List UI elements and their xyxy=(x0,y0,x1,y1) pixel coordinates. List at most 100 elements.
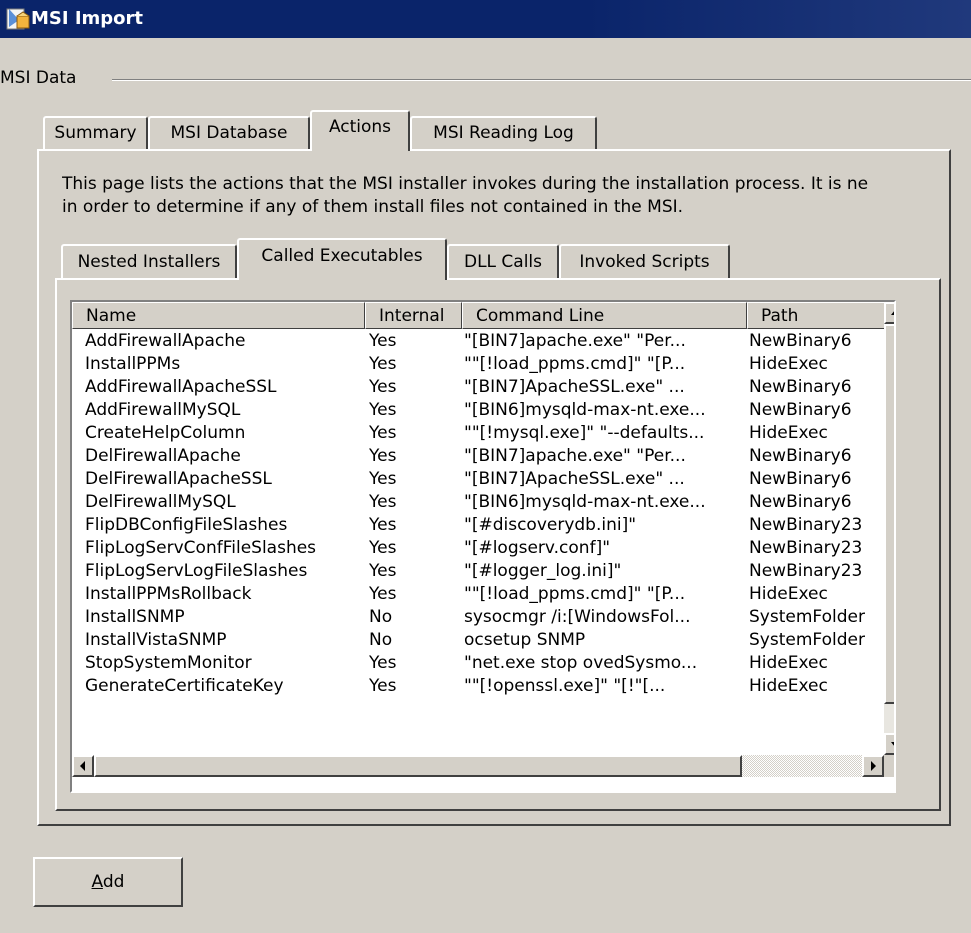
table-cell: "[BIN6]mysqld-max-nt.exe... xyxy=(464,400,706,420)
table-cell: GenerateCertificateKey xyxy=(85,676,284,696)
tab-label: DLL Calls xyxy=(463,252,543,272)
table-cell: SystemFolder xyxy=(749,607,865,627)
table-cell: No xyxy=(369,630,393,650)
table-cell: "[#logger_log.ini]" xyxy=(464,561,622,581)
column-header-label: Command Line xyxy=(476,306,605,326)
tab-label: Summary xyxy=(54,123,137,143)
triangle-left-icon xyxy=(80,761,85,771)
table-row[interactable]: DelFirewallApacheSSL Yes "[BIN7]ApacheSSL.… xyxy=(72,469,884,492)
list-viewport: Name Internal Command Line Path AddFirew… xyxy=(72,302,884,755)
table-cell: ""[!load_ppms.cmd]" "[P... xyxy=(464,584,686,604)
table-cell: "[BIN6]mysqld-max-nt.exe... xyxy=(464,492,706,512)
tab-label: Actions xyxy=(328,117,392,137)
title-bar[interactable]: MSI Import xyxy=(0,0,971,38)
msi-package-icon xyxy=(5,6,31,32)
tab-msi-reading-log[interactable]: MSI Reading Log xyxy=(410,116,597,149)
table-row[interactable]: FlipDBConfigFileSlashes Yes "[#discoverydb… xyxy=(72,515,884,538)
add-button-label: Add xyxy=(92,872,125,892)
table-cell: Yes xyxy=(369,331,397,351)
add-mnemonic: A xyxy=(91,872,103,892)
scroll-up-button[interactable] xyxy=(884,302,894,324)
horizontal-scrollbar[interactable] xyxy=(72,755,884,777)
table-row[interactable]: AddFirewallApacheSSL Yes "[BIN7]ApacheSSL.… xyxy=(72,377,884,400)
table-cell: Yes xyxy=(369,423,397,443)
column-header-label: Name xyxy=(86,306,137,326)
table-cell: HideExec xyxy=(749,676,828,696)
column-header-path[interactable]: Path xyxy=(747,302,884,329)
table-cell: ""[!mysql.exe]" "--defaults... xyxy=(464,423,705,443)
table-cell: FlipDBConfigFileSlashes xyxy=(85,515,288,535)
table-cell: Yes xyxy=(369,676,397,696)
vertical-scroll-thumb[interactable] xyxy=(884,324,894,704)
table-row[interactable]: FlipLogServConfFileSlashes Yes "[#logserv.… xyxy=(72,538,884,561)
tab-label: MSI Database xyxy=(170,123,288,143)
column-header-internal[interactable]: Internal xyxy=(365,302,462,329)
column-header-command-line[interactable]: Command Line xyxy=(462,302,747,329)
tab-called-executables[interactable]: Called Executables xyxy=(237,238,447,280)
table-cell: Yes xyxy=(369,469,397,489)
table-cell: NewBinary23 xyxy=(749,538,863,558)
description-line-2: in order to determine if any of them ins… xyxy=(62,197,684,217)
table-row[interactable]: InstallVistaSNMP No ocsetup SNMP SystemFold… xyxy=(72,630,884,653)
table-row[interactable]: GenerateCertificateKey Yes ""[!openssl.exe… xyxy=(72,676,884,699)
table-row[interactable]: DelFirewallApache Yes "[BIN7]apache.exe" "… xyxy=(72,446,884,469)
scroll-right-button[interactable] xyxy=(862,755,884,777)
column-header-label: Internal xyxy=(379,306,445,326)
table-row[interactable]: AddFirewallMySQL Yes "[BIN6]mysqld-max-nt.… xyxy=(72,400,884,423)
tab-label: Nested Installers xyxy=(77,252,221,272)
table-cell: "[#discoverydb.ini]" xyxy=(464,515,637,535)
triangle-down-icon xyxy=(891,742,894,746)
table-cell: NewBinary6 xyxy=(749,469,852,489)
table-cell: NewBinary6 xyxy=(749,446,852,466)
table-cell: Yes xyxy=(369,354,397,374)
table-cell: InstallSNMP xyxy=(85,607,185,627)
add-label-rest: dd xyxy=(102,872,125,892)
tab-label: MSI Reading Log xyxy=(433,123,574,143)
table-cell: InstallPPMs xyxy=(85,354,181,374)
column-header-name[interactable]: Name xyxy=(72,302,365,329)
vertical-scrollbar[interactable] xyxy=(884,302,894,755)
table-row[interactable]: StopSystemMonitor Yes "net.exe stop ovedSy… xyxy=(72,653,884,676)
table-cell: Yes xyxy=(369,400,397,420)
tab-dll-calls[interactable]: DLL Calls xyxy=(447,244,559,278)
table-row[interactable]: DelFirewallMySQL Yes "[BIN6]mysqld-max-nt.… xyxy=(72,492,884,515)
table-cell: CreateHelpColumn xyxy=(85,423,246,443)
table-cell: Yes xyxy=(369,538,397,558)
table-cell: NewBinary6 xyxy=(749,377,852,397)
table-cell: Yes xyxy=(369,446,397,466)
tab-invoked-scripts[interactable]: Invoked Scripts xyxy=(559,244,730,278)
table-cell: "[BIN7]ApacheSSL.exe" ... xyxy=(464,469,685,489)
table-cell: Yes xyxy=(369,515,397,535)
table-cell: ""[!load_ppms.cmd]" "[P... xyxy=(464,354,686,374)
scroll-left-button[interactable] xyxy=(72,755,94,777)
table-cell: DelFirewallApache xyxy=(85,446,241,466)
horizontal-scroll-thumb[interactable] xyxy=(94,755,742,777)
add-button[interactable]: Add xyxy=(33,857,183,907)
table-cell: Yes xyxy=(369,377,397,397)
table-cell: InstallVistaSNMP xyxy=(85,630,227,650)
table-row[interactable]: CreateHelpColumn Yes ""[!mysql.exe]" "--de… xyxy=(72,423,884,446)
table-cell: ocsetup SNMP xyxy=(464,630,586,650)
table-row[interactable]: InstallSNMP No sysocmgr /i:[WindowsFol... S… xyxy=(72,607,884,630)
window-title: MSI Import xyxy=(31,8,144,29)
table-cell: HideExec xyxy=(749,354,828,374)
table-cell: AddFirewallApacheSSL xyxy=(85,377,277,397)
called-executables-list[interactable]: Name Internal Command Line Path AddFirew… xyxy=(70,300,896,793)
tab-actions[interactable]: Actions xyxy=(310,110,410,151)
tab-msi-database[interactable]: MSI Database xyxy=(148,116,310,149)
table-cell: DelFirewallApacheSSL xyxy=(85,469,272,489)
table-row[interactable]: AddFirewallApache Yes "[BIN7]apache.exe" "… xyxy=(72,331,884,354)
table-cell: "[#logserv.conf]" xyxy=(464,538,611,558)
table-cell: ""[!openssl.exe]" "[!"[... xyxy=(464,676,666,696)
column-header-row: Name Internal Command Line Path xyxy=(72,302,884,329)
scroll-down-button[interactable] xyxy=(884,733,894,755)
table-row[interactable]: FlipLogServLogFileSlashes Yes "[#logger_lo… xyxy=(72,561,884,584)
table-row[interactable]: InstallPPMs Yes ""[!load_ppms.cmd]" "[P...… xyxy=(72,354,884,377)
table-cell: sysocmgr /i:[WindowsFol... xyxy=(464,607,691,627)
tab-summary[interactable]: Summary xyxy=(43,116,148,149)
table-cell: DelFirewallMySQL xyxy=(85,492,236,512)
tab-nested-installers[interactable]: Nested Installers xyxy=(61,244,237,278)
table-cell: HideExec xyxy=(749,423,828,443)
triangle-right-icon xyxy=(871,761,876,771)
table-row[interactable]: InstallPPMsRollback Yes ""[!load_ppms.cmd]… xyxy=(72,584,884,607)
